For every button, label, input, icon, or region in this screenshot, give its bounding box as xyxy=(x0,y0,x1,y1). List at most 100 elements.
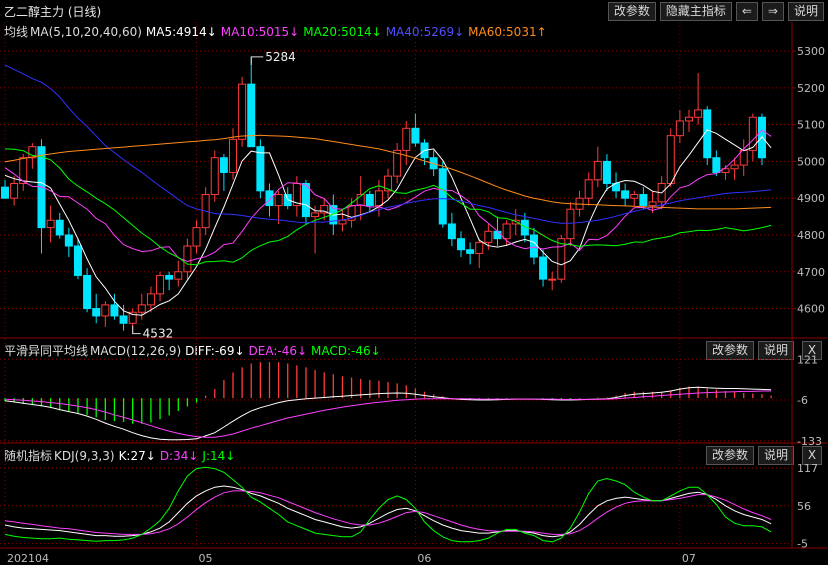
main-y-tick-label: 4700 xyxy=(797,266,825,279)
candle xyxy=(639,187,648,210)
candle xyxy=(703,106,712,166)
candle-body xyxy=(666,135,675,184)
candle-body xyxy=(548,278,557,281)
macd-y-tick-label: 121 xyxy=(797,353,818,366)
candle xyxy=(511,209,520,235)
main-y-tick-label: 4800 xyxy=(797,229,825,242)
candle xyxy=(192,220,201,254)
x-tick-label: 05 xyxy=(199,552,213,565)
candle xyxy=(183,238,192,280)
candle xyxy=(19,154,28,191)
candle-body xyxy=(712,157,721,173)
candle-body xyxy=(402,127,411,151)
candle xyxy=(83,268,92,313)
candle-body xyxy=(694,109,703,118)
kdj-line-k xyxy=(4,485,772,538)
candle-body xyxy=(210,157,219,196)
candle-body xyxy=(539,256,548,280)
candle-body xyxy=(301,182,310,218)
candle xyxy=(739,139,748,177)
candle-body xyxy=(110,304,119,317)
candle xyxy=(247,56,256,148)
ma-line-ma5 xyxy=(4,129,772,316)
candle-body xyxy=(447,223,456,240)
x-tick-label: 06 xyxy=(417,552,431,565)
main-y-tick-label: 5000 xyxy=(797,155,825,168)
main-y-axis: 4600 4700 4800 4900 5000 5100 5200 5300 xyxy=(0,45,825,316)
candle xyxy=(557,234,566,283)
annotation-label: 5284 xyxy=(265,50,296,64)
candle xyxy=(46,205,55,243)
candle-body xyxy=(101,304,110,317)
kdj-line-j xyxy=(4,466,772,543)
candle-body xyxy=(457,238,465,251)
candle xyxy=(174,260,183,287)
candle-body xyxy=(739,149,748,166)
macd-y-tick-label: -133 xyxy=(797,435,822,448)
candle-body xyxy=(73,245,82,276)
main-y-tick-label: 5100 xyxy=(797,119,825,132)
candle xyxy=(411,113,420,147)
candle-body xyxy=(174,271,183,280)
candle-body xyxy=(46,219,55,229)
candle-body xyxy=(247,83,256,148)
candle xyxy=(1,179,9,199)
candle-body xyxy=(475,241,484,254)
candle-body xyxy=(685,116,693,122)
candle xyxy=(612,172,621,199)
candle-body xyxy=(137,304,146,313)
candle xyxy=(529,227,538,265)
candle xyxy=(393,143,402,184)
candle xyxy=(165,271,174,291)
candle xyxy=(274,190,283,224)
candle-body xyxy=(411,127,420,144)
candle xyxy=(55,212,64,239)
candle-body xyxy=(621,190,630,199)
candle xyxy=(64,227,73,258)
candle-body xyxy=(502,223,511,240)
candle-body xyxy=(338,219,347,225)
candle-body xyxy=(566,208,575,240)
candle-body xyxy=(438,168,447,225)
candle xyxy=(438,161,447,228)
candle-body xyxy=(466,249,475,254)
candle-body xyxy=(311,212,320,218)
kdj-y-tick-label: 117 xyxy=(797,462,818,475)
candle xyxy=(548,271,557,291)
candle xyxy=(685,109,693,132)
annotation-leader xyxy=(132,325,141,335)
candle-body xyxy=(484,230,493,243)
main-y-tick-label: 4900 xyxy=(797,192,825,205)
candle-body xyxy=(493,230,502,240)
candle-body xyxy=(675,120,684,137)
candle xyxy=(283,187,292,210)
candle xyxy=(219,154,228,191)
kdj-y-tick-label: -5 xyxy=(797,538,808,551)
annotation-leader xyxy=(250,56,264,65)
candle-body xyxy=(593,160,602,181)
candle-body xyxy=(529,234,538,258)
macd-y-tick-label: -6 xyxy=(797,394,808,407)
candle-body xyxy=(165,274,174,280)
candle-body xyxy=(557,238,566,280)
chart-canvas: 4600 4700 4800 4900 5000 5100 5200 5300 121 -6 -13… xyxy=(0,22,828,565)
candle xyxy=(593,146,602,188)
candle xyxy=(10,176,19,206)
candle-body xyxy=(119,315,128,324)
candle xyxy=(229,128,237,180)
candle xyxy=(694,73,703,125)
candle-body xyxy=(730,164,739,170)
candle xyxy=(675,109,684,144)
candle xyxy=(475,238,484,269)
candle xyxy=(621,183,630,206)
candle xyxy=(137,293,146,320)
candle xyxy=(402,120,411,166)
candle-body xyxy=(219,157,228,173)
candle xyxy=(630,190,639,206)
candle-body xyxy=(584,179,593,199)
candle-body xyxy=(639,194,648,207)
candle-body xyxy=(365,194,374,207)
candle-body xyxy=(274,194,283,207)
main-y-tick-label: 5200 xyxy=(797,82,825,95)
candle xyxy=(602,154,611,191)
